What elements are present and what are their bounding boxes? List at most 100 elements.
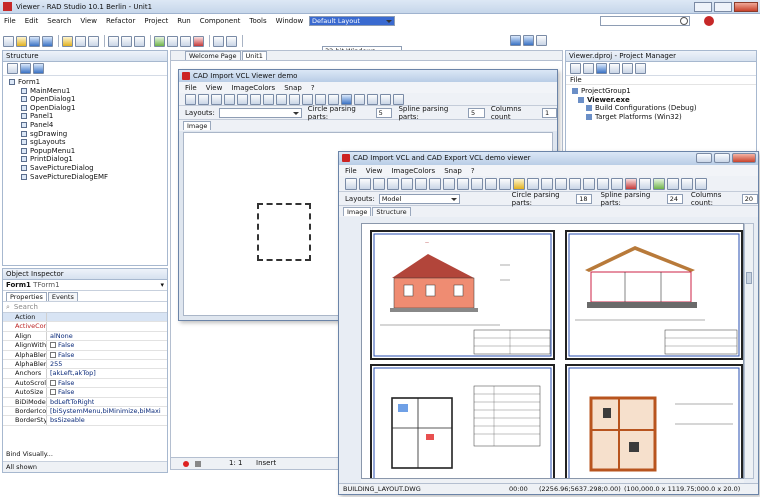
tab-unit1[interactable]: Unit1 xyxy=(241,51,267,60)
project-tree-item[interactable]: Target Platforms (Win32) xyxy=(572,113,756,122)
tree-item[interactable]: Panel1 xyxy=(7,112,167,121)
project-tree-item[interactable]: Build Configurations (Debug) xyxy=(572,104,756,113)
bind-visually-link[interactable]: Bind Visually... xyxy=(6,450,53,458)
expand-icon[interactable] xyxy=(7,63,18,74)
menu-item-search[interactable]: Search xyxy=(47,17,71,25)
zoom-out-icon[interactable] xyxy=(429,177,441,190)
tree-item[interactable]: sgLayouts xyxy=(7,138,167,147)
menu-item-snap[interactable]: Snap xyxy=(444,167,462,175)
viewer1-columns-input[interactable]: 1 xyxy=(541,107,557,118)
search-icon[interactable] xyxy=(680,17,688,25)
color-icon[interactable] xyxy=(625,177,637,190)
viewer2-spline-input[interactable]: 24 xyxy=(666,193,683,204)
eye-icon[interactable] xyxy=(653,177,665,190)
property-value[interactable]: False xyxy=(47,341,74,349)
tab-events[interactable]: Events xyxy=(47,291,78,301)
text-icon[interactable] xyxy=(380,93,391,105)
menu-item-window[interactable]: Window xyxy=(276,17,304,25)
open-project-icon[interactable] xyxy=(62,35,73,47)
property-value[interactable] xyxy=(47,313,50,321)
actual-size-icon[interactable] xyxy=(457,177,469,190)
menu-item-snap[interactable]: Snap xyxy=(284,84,302,92)
menu-item-view[interactable]: View xyxy=(206,84,223,92)
rotate-icon[interactable] xyxy=(302,93,313,105)
layout-combo[interactable]: Default Layout xyxy=(309,16,395,26)
back-icon[interactable] xyxy=(510,35,521,46)
select-icon[interactable] xyxy=(315,93,326,105)
text-icon[interactable] xyxy=(611,177,623,190)
zoom-in-icon[interactable] xyxy=(237,93,248,105)
tree-item-form1[interactable]: Form1 xyxy=(7,78,167,87)
menu-item-view[interactable]: View xyxy=(366,167,383,175)
menu-item-imagecolors[interactable]: ImageColors xyxy=(391,167,435,175)
remove-icon[interactable] xyxy=(609,63,620,74)
property-value[interactable]: False xyxy=(47,388,74,396)
step-over-icon[interactable] xyxy=(213,35,224,47)
menu-item-refactor[interactable]: Refactor xyxy=(106,17,135,25)
split-icon[interactable] xyxy=(639,177,651,190)
property-value[interactable]: False xyxy=(47,379,74,387)
zoom-in-icon[interactable] xyxy=(415,177,427,190)
new-icon[interactable] xyxy=(3,35,14,47)
checkbox[interactable] xyxy=(50,342,56,349)
grid-icon[interactable] xyxy=(499,177,511,190)
hatch-icon[interactable] xyxy=(681,177,693,190)
remove-file-icon[interactable] xyxy=(88,35,99,47)
rect-icon[interactable] xyxy=(597,177,609,190)
add-icon[interactable] xyxy=(596,63,607,74)
save-icon[interactable] xyxy=(198,93,209,105)
tab-properties[interactable]: Properties xyxy=(6,291,47,301)
property-value[interactable]: [biSystemMenu,biMinimize,biMaxi xyxy=(47,407,161,415)
stop-icon[interactable] xyxy=(193,35,204,47)
copy-icon[interactable] xyxy=(224,93,235,105)
activate-icon[interactable] xyxy=(570,63,581,74)
layers-icon[interactable] xyxy=(354,93,365,105)
menu-item-project[interactable]: Project xyxy=(144,17,168,25)
tree-item[interactable]: OpenDialog1 xyxy=(7,104,167,113)
view-form-icon[interactable] xyxy=(121,35,132,47)
save-icon[interactable] xyxy=(359,177,371,190)
tree-item[interactable]: OpenDialog1 xyxy=(7,95,167,104)
checkbox[interactable] xyxy=(50,389,56,396)
tree-item[interactable]: PopupMenu1 xyxy=(7,147,167,156)
snap-icon[interactable] xyxy=(569,177,581,190)
play-macro-icon[interactable] xyxy=(195,461,201,467)
maximize-button[interactable] xyxy=(714,2,732,12)
pan-icon[interactable] xyxy=(328,93,339,105)
selection-icon[interactable] xyxy=(485,177,497,190)
project-tree-item[interactable]: ProjectGroup1 xyxy=(572,87,756,96)
table-icon[interactable] xyxy=(541,177,553,190)
add-file-icon[interactable] xyxy=(75,35,86,47)
forward-icon[interactable] xyxy=(523,35,534,46)
inspector-row-alignwithmargins[interactable]: AlignWithMargins False xyxy=(3,341,167,351)
viewer1-circle-input[interactable]: 5 xyxy=(375,107,393,118)
view-icon[interactable] xyxy=(635,63,646,74)
fit-icon[interactable] xyxy=(289,93,300,105)
tree-item[interactable]: SavePictureDialogEMF xyxy=(7,173,167,182)
menu-item-imagecolors[interactable]: ImageColors xyxy=(231,84,275,92)
tree-item[interactable]: sgDrawing xyxy=(7,130,167,139)
run-without-debug-icon[interactable] xyxy=(167,35,178,47)
options-icon[interactable] xyxy=(622,63,633,74)
vertical-scrollbar[interactable] xyxy=(744,223,754,479)
layers-icon[interactable] xyxy=(527,177,539,190)
toggle-form-icon[interactable] xyxy=(134,35,145,47)
pause-icon[interactable] xyxy=(180,35,191,47)
close-button[interactable] xyxy=(734,2,758,12)
record-macro-icon[interactable] xyxy=(183,461,189,467)
viewer2-maximize-button[interactable] xyxy=(714,153,730,163)
run-icon[interactable] xyxy=(154,35,165,47)
menu-item-help[interactable]: ? xyxy=(311,84,315,92)
menu-item-file[interactable]: File xyxy=(4,17,16,25)
black-white-icon[interactable] xyxy=(341,93,352,105)
tree-item[interactable]: MainMenu1 xyxy=(7,87,167,96)
inspector-row-autoscroll[interactable]: AutoScroll False xyxy=(3,378,167,389)
zoom-out-icon[interactable] xyxy=(250,93,261,105)
menu-item-view[interactable]: View xyxy=(80,17,97,25)
menu-item-file[interactable]: File xyxy=(185,84,197,92)
inspector-selector[interactable]: Form1 TForm1 ▾ xyxy=(3,280,167,291)
inspector-row-bordericons[interactable]: BorderIcons[biSystemMenu,biMinimize,biMa… xyxy=(3,406,167,417)
tree-item[interactable]: SavePictureDialog xyxy=(7,164,167,173)
viewer2-columns-input[interactable]: 20 xyxy=(741,193,758,204)
move-down-icon[interactable] xyxy=(33,63,44,74)
